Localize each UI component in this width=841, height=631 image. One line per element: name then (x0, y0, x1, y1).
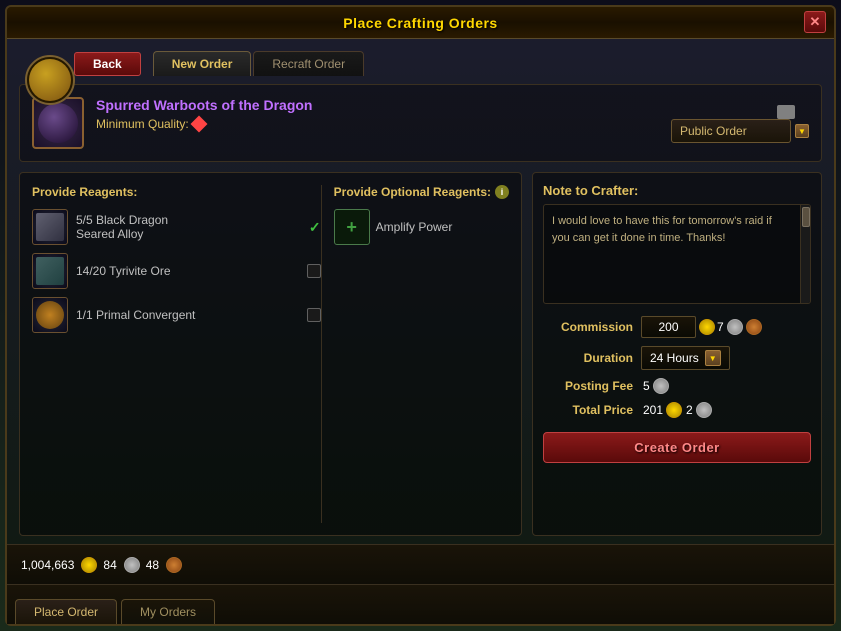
duration-box[interactable]: 24 Hours ▼ (641, 346, 730, 370)
reagent-checkbox-2[interactable] (307, 264, 321, 278)
quality-gem-icon (190, 116, 207, 133)
content-area: Back New Order Recraft Order Spurred War… (7, 43, 834, 544)
info-icon[interactable]: i (495, 185, 509, 199)
reagent-name-3: 1/1 Primal Convergent (76, 308, 299, 322)
title-bar: Place Crafting Orders ✕ (7, 7, 834, 39)
note-text: I would love to have this for tomorrow's… (552, 213, 802, 246)
order-type-arrow-icon[interactable]: ▼ (795, 124, 809, 138)
tab-place-order[interactable]: Place Order (15, 599, 117, 624)
reagents-label: Provide Reagents: (32, 185, 321, 199)
duration-row: Duration 24 Hours ▼ (543, 346, 811, 370)
silver-coin-icon (727, 319, 743, 335)
total-price-row: Total Price 201 2 (543, 402, 811, 418)
reagent-icon-1 (32, 209, 68, 245)
status-silver-icon (124, 557, 140, 573)
commission-silver-value: 7 (717, 320, 724, 334)
posting-fee-coin-icon (653, 378, 669, 394)
duration-value: 24 Hours (650, 351, 699, 365)
reagent-img-3 (36, 301, 64, 329)
commission-input[interactable] (641, 316, 696, 338)
status-bar: 1,004,663 84 48 (7, 544, 834, 584)
item-icon (32, 97, 84, 149)
optional-reagents-section: Provide Optional Reagents: i + Amplify P… (321, 185, 509, 523)
duration-arrow-icon[interactable]: ▼ (705, 350, 721, 366)
commission-row: Commission 7 (543, 316, 811, 338)
gold-amount: 1,004,663 (21, 558, 74, 572)
order-type-dropdown: Public Order ▼ (671, 101, 809, 143)
avatar-face (29, 59, 71, 101)
reagent-icon-3 (32, 297, 68, 333)
bronze-amount: 48 (146, 558, 159, 572)
reagent-icon-2 (32, 253, 68, 289)
posting-fee-row: Posting Fee 5 (543, 378, 811, 394)
total-silver-value: 2 (686, 403, 693, 417)
right-panel: Note to Crafter: I would love to have th… (532, 172, 822, 536)
total-price-label: Total Price (543, 403, 633, 417)
posting-fee-label: Posting Fee (543, 379, 633, 393)
order-type-select[interactable]: Public Order (671, 119, 791, 143)
status-gold-icon (81, 557, 97, 573)
close-button[interactable]: ✕ (804, 11, 826, 33)
window-title: Place Crafting Orders (343, 15, 497, 31)
posting-fee-value: 5 (643, 379, 650, 393)
optional-item: + Amplify Power (334, 209, 509, 245)
total-gold-value: 201 (643, 403, 663, 417)
reagent-img-2 (36, 257, 64, 285)
main-window: Place Crafting Orders ✕ Back New Order R… (5, 5, 836, 626)
note-text-area: I would love to have this for tomorrow's… (543, 204, 811, 304)
plus-icon: + (346, 217, 357, 238)
top-controls: Back New Order Recraft Order (19, 51, 822, 76)
reagent-item: 14/20 Tyrivite Ore (32, 253, 321, 289)
create-order-button[interactable]: Create Order (543, 432, 811, 463)
tab-my-orders[interactable]: My Orders (121, 599, 215, 624)
bronze-coin-icon (746, 319, 762, 335)
reagent-item: 5/5 Black DragonSeared Alloy ✓ (32, 209, 321, 245)
reagent-item: 1/1 Primal Convergent (32, 297, 321, 333)
optional-item-name: Amplify Power (376, 220, 453, 234)
avatar (25, 55, 75, 105)
bottom-tabs: Place Order My Orders (7, 584, 834, 624)
scrollbar-thumb (802, 207, 810, 227)
note-label: Note to Crafter: (543, 183, 811, 198)
panels-row: Provide Reagents: 5/5 Black DragonSeared… (19, 172, 822, 536)
left-panel: Provide Reagents: 5/5 Black DragonSeared… (19, 172, 522, 536)
chat-icon[interactable] (777, 105, 795, 119)
commission-label: Commission (543, 320, 633, 334)
duration-label: Duration (543, 351, 633, 365)
reagent-name-2: 14/20 Tyrivite Ore (76, 264, 299, 278)
scrollbar[interactable] (800, 205, 810, 303)
reagents-section: Provide Reagents: 5/5 Black DragonSeared… (32, 185, 321, 523)
total-gold-icon (666, 402, 682, 418)
optional-item-icon[interactable]: + (334, 209, 370, 245)
reagent-img-1 (36, 213, 64, 241)
total-silver-icon (696, 402, 712, 418)
optional-reagents-label: Provide Optional Reagents: i (334, 185, 509, 199)
reagent-name-1: 5/5 Black DragonSeared Alloy (76, 213, 301, 241)
item-section: Spurred Warboots of the Dragon Minimum Q… (19, 84, 822, 162)
item-icon-inner (38, 103, 78, 143)
tab-new-order[interactable]: New Order (153, 51, 252, 76)
reagent-checkbox-3[interactable] (307, 308, 321, 322)
gold-coin-icon (699, 319, 715, 335)
back-button[interactable]: Back (74, 52, 141, 76)
status-bronze-icon (166, 557, 182, 573)
silver-amount: 84 (103, 558, 116, 572)
tab-recraft-order[interactable]: Recraft Order (253, 51, 364, 76)
reagent-check-1: ✓ (309, 219, 321, 236)
